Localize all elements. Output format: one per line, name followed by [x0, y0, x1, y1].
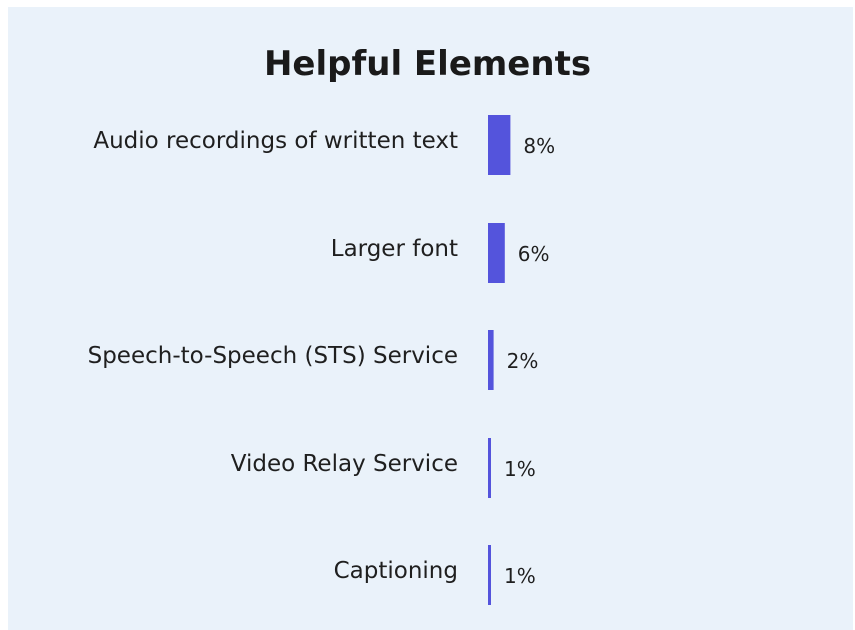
value-label: 8% — [523, 134, 555, 158]
category-label: Larger font — [331, 236, 458, 262]
category-label: Audio recordings of written text — [93, 128, 458, 154]
bar-chart: Audio recordings of written text 8% Larger… — [88, 115, 555, 605]
bar — [488, 545, 491, 605]
category-label: Speech-to-Speech (STS) Service — [88, 343, 458, 369]
bar — [488, 438, 491, 498]
value-label: 1% — [504, 564, 536, 588]
category-label: Video Relay Service — [231, 451, 458, 477]
bar — [488, 223, 505, 283]
bar — [488, 330, 494, 390]
value-label: 6% — [518, 242, 550, 266]
category-label: Captioning — [334, 558, 458, 584]
value-label: 2% — [507, 349, 539, 373]
value-label: 1% — [504, 457, 536, 481]
bar — [488, 115, 511, 175]
